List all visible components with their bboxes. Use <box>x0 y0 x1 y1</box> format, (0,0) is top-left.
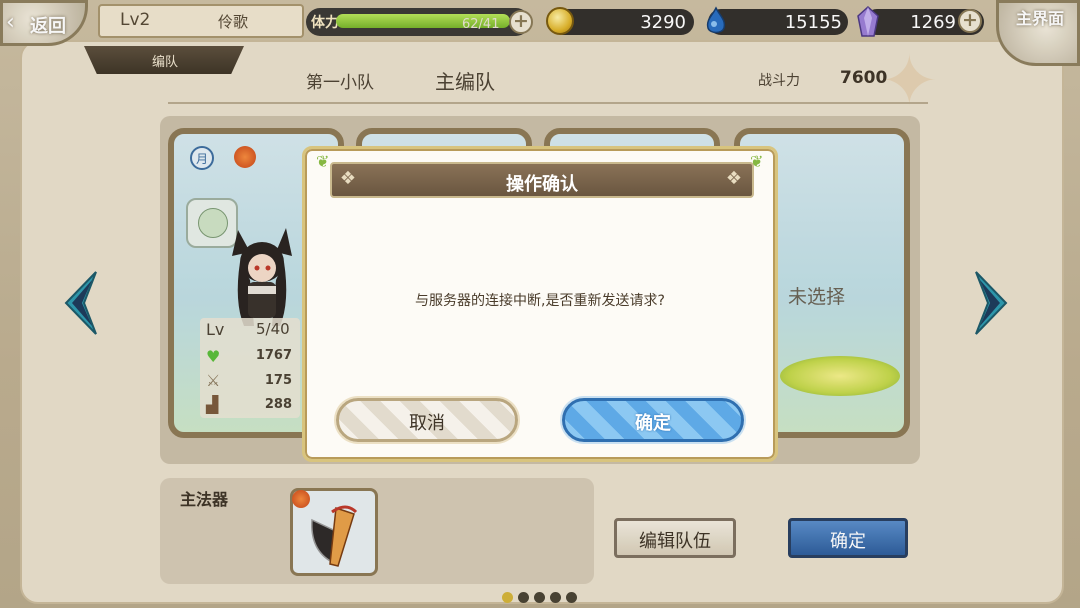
dialog-message: 与服务器的连接中断,是否重新发送请求? <box>415 293 665 309</box>
cancel-label: 取消 <box>409 413 445 434</box>
leaf-left-icon: ❦ <box>316 152 330 171</box>
ok-label: 确定 <box>635 413 671 434</box>
leaf-right-icon: ❦ <box>750 152 764 171</box>
dialog-title: 操作确认 <box>506 174 578 195</box>
